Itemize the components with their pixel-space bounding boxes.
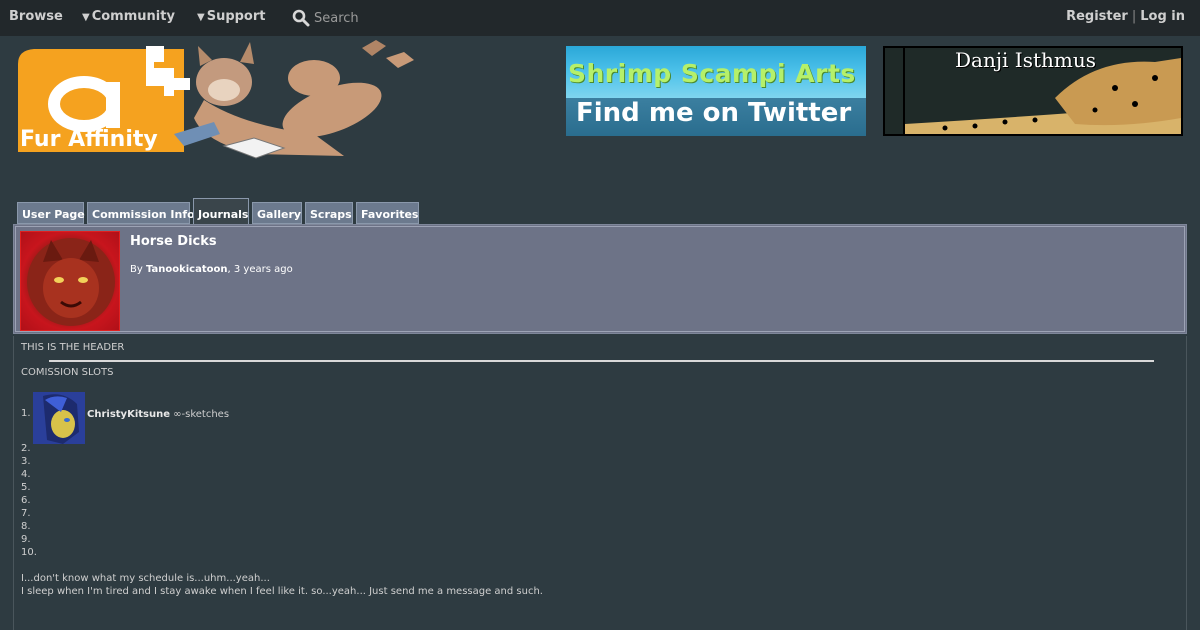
slot-number-6: 6. [21,495,31,506]
header-text: THIS IS THE HEADER [21,342,125,353]
login-link[interactable]: Log in [1140,9,1185,24]
journal-byline: By Tanookicatoon, 3 years ago [130,264,293,275]
search-box [290,6,400,30]
top-nav: Browse ▼Community ▼Support Register|Log … [0,0,1200,36]
author-link[interactable]: Tanookicatoon [146,264,228,275]
byline-prefix: By [130,264,143,275]
nav-community[interactable]: ▼ Community [82,9,175,24]
search-input[interactable] [314,9,400,27]
slot-user-link[interactable]: ChristyKitsune [87,409,170,420]
logo-text: Fur Affinity [20,127,158,152]
tab-journals[interactable]: Journals [193,198,249,226]
auth-separator: | [1131,9,1137,24]
auth-links: Register | Log in [1066,9,1185,24]
slot-number-7: 7. [21,508,31,519]
search-icon[interactable] [292,9,310,27]
slot-number-3: 3. [21,456,31,467]
slot-number-8: 8. [21,521,31,532]
nav-community-label: Community [91,9,175,24]
dropdown-triangle-icon: ▼ [82,12,90,23]
author-avatar[interactable] [20,231,120,331]
register-link[interactable]: Register [1066,9,1128,24]
slot-number-9: 9. [21,534,31,545]
banner-title: Shrimp Scampi Arts [568,59,856,88]
slot-entry-1: ChristyKitsune ∞-sketches [87,409,229,420]
banner-title: Danji Isthmus [955,48,1096,72]
journal-header: Horse Dicks By Tanookicatoon, 3 years ag… [13,224,1187,334]
site-logo[interactable]: Fur Affinity [14,38,424,160]
nav-browse[interactable]: Browse [9,9,63,24]
journal-date: , 3 years ago [227,264,293,275]
ad-banner-danji-isthmus[interactable]: Danji Isthmus [883,46,1183,136]
slot-user-avatar[interactable] [33,392,85,444]
tab-user-page[interactable]: User Page [17,202,85,224]
slot-avatar-image [33,392,85,444]
tab-favorites[interactable]: Favorites [356,202,419,224]
journal-title: Horse Dicks [130,234,217,249]
banner-subtitle: Find me on Twitter [576,98,852,128]
avatar-image [27,238,115,326]
dropdown-triangle-icon: ▼ [197,12,205,23]
tab-commission-info[interactable]: Commission Info [87,202,195,224]
contact-text: I sleep when I'm tired and I stay awake … [21,586,543,597]
slots-heading: COMISSION SLOTS [21,367,114,378]
divider [49,360,1154,362]
journal-header-inner: Horse Dicks By Tanookicatoon, 3 years ag… [15,226,1185,332]
ad-banner-shrimp-scampi[interactable]: Shrimp Scampi Arts Find me on Twitter [566,46,866,136]
tab-gallery[interactable]: Gallery [252,202,302,224]
nav-support[interactable]: ▼ Support [197,9,266,24]
slot-number-5: 5. [21,482,31,493]
tab-scraps[interactable]: Scraps [305,202,353,224]
slot-note: ∞-sketches [170,409,230,420]
slot-number-1: 1. [21,408,31,419]
nav-support-label: Support [206,9,266,24]
slot-number-4: 4. [21,469,31,480]
journal-body: THIS IS THE HEADER COMISSION SLOTS 1. Ch… [13,336,1187,630]
schedule-text: I...don't know what my schedule is...uhm… [21,573,270,584]
slot-number-2: 2. [21,443,31,454]
slot-number-10: 10. [21,547,37,558]
